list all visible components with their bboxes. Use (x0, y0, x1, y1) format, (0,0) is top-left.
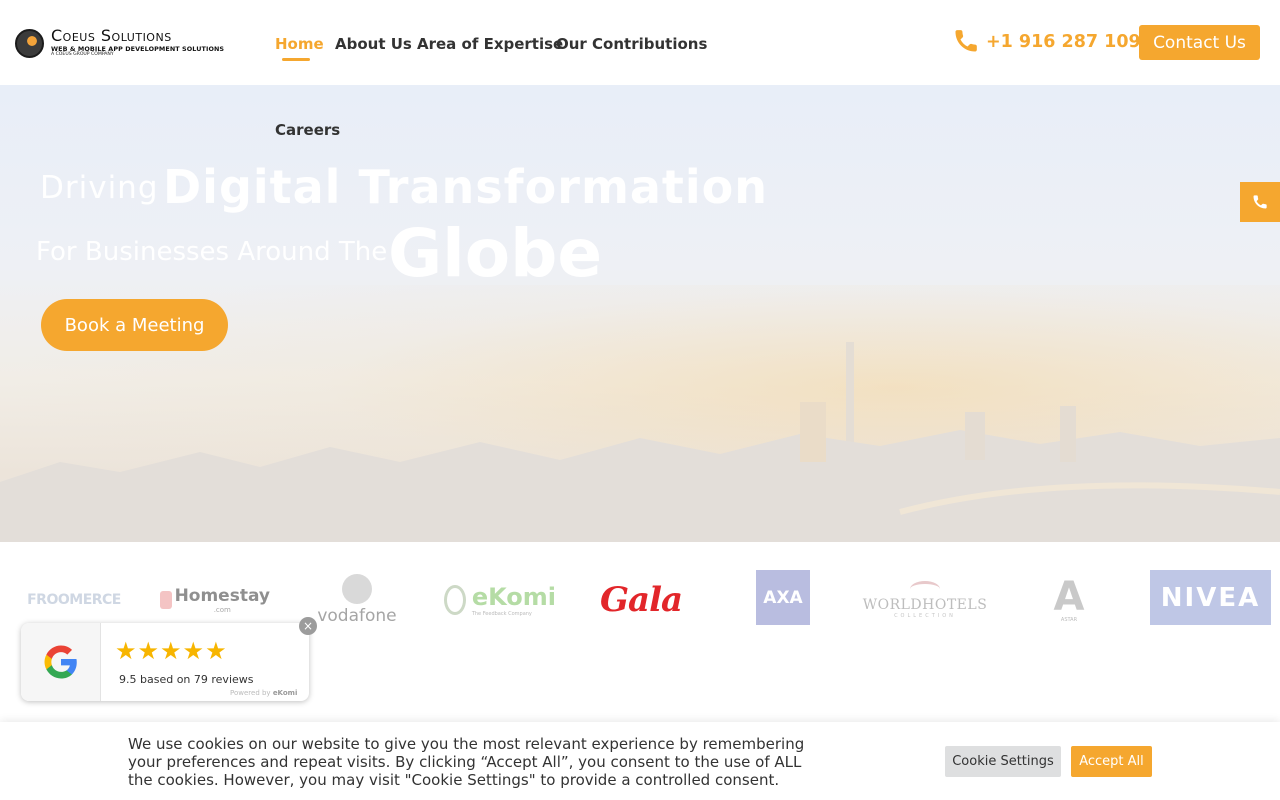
logo-subtitle: A COEUS GROUP COMPANY (51, 52, 114, 58)
nav-careers[interactable]: Careers (275, 121, 340, 139)
worldhotels-name: WORLDHOTELS (862, 597, 988, 613)
astar-mark: A (1053, 574, 1085, 620)
worldhotels-mark-icon (910, 581, 940, 597)
phone-icon (955, 30, 977, 52)
client-logo-worldhotels: WORLDHOTELS COLLECTION (863, 570, 987, 630)
hero-section: Careers Driving Digital Transformation F… (0, 85, 1280, 542)
company-logo[interactable]: Coeus Solutions WEB & MOBILE APP DEVELOP… (15, 25, 237, 61)
client-logo-ekomi: eKomi The Feedback Company (444, 570, 556, 630)
logo-mark-icon (15, 28, 44, 58)
city-skyline-image (0, 342, 1280, 542)
client-logo-vodafone: vodafone (312, 570, 402, 630)
vodafone-name: vodafone (317, 606, 397, 626)
client-logo-axa: AXA (756, 570, 810, 625)
phone-icon (1253, 195, 1267, 209)
hero-subheading-prefix: For Businesses Around The (36, 237, 388, 267)
ekomi-name: eKomi (471, 583, 556, 611)
cookie-consent-bar: We use cookies on our website to give yo… (0, 722, 1280, 800)
powered-by-brand: eKomi (272, 689, 298, 697)
site-header: Coeus Solutions WEB & MOBILE APP DEVELOP… (0, 0, 1280, 85)
hero-heading-main: Digital Transformation (163, 160, 769, 214)
nav-home[interactable]: Home (275, 35, 324, 53)
client-logo-froomerce: FROOMERCE (27, 592, 121, 608)
ekomi-review-widget[interactable]: ★★★★★ 9.5 based on 79 reviews Powered by… (21, 623, 309, 701)
vodafone-mark-icon (342, 574, 372, 604)
hero-subheading-emphasis: Globe (388, 215, 603, 292)
powered-by-label: Powered by eKomi (230, 689, 298, 697)
nav-area-of-expertise[interactable]: Area of Expertise (417, 35, 563, 53)
client-logo-nivea: NIVEA (1150, 570, 1271, 625)
client-logo-gala: Gala (600, 580, 683, 620)
nav-active-indicator (282, 58, 310, 61)
contact-us-button[interactable]: Contact Us (1139, 25, 1260, 60)
close-icon: × (302, 619, 314, 633)
accept-all-cookies-button[interactable]: Accept All (1071, 746, 1152, 777)
google-g-icon (21, 623, 101, 701)
nav-our-contributions[interactable]: Our Contributions (556, 35, 707, 53)
homestay-sub: .com (213, 606, 231, 614)
homestay-name: Homestay (174, 586, 270, 606)
logo-name: Coeus Solutions (51, 26, 172, 45)
book-meeting-button[interactable]: Book a Meeting (41, 299, 228, 351)
client-logo-astar: A ASTAR (1046, 570, 1092, 630)
rating-stars: ★★★★★ (115, 637, 228, 665)
ekomi-sub: The Feedback Company (471, 611, 532, 617)
homestay-mark-icon (160, 591, 172, 609)
hero-heading-prefix: Driving (40, 170, 159, 206)
floating-call-button[interactable] (1240, 182, 1280, 222)
cookie-message: We use cookies on our website to give yo… (128, 735, 805, 789)
close-review-widget-button[interactable]: × (299, 617, 317, 635)
header-phone-number[interactable]: +1 916 287 1097 (986, 32, 1153, 52)
client-logo-homestay: Homestay .com (160, 570, 270, 630)
rating-summary: 9.5 based on 79 reviews (119, 673, 254, 686)
astar-sub: ASTAR (1060, 617, 1078, 623)
worldhotels-sub: COLLECTION (894, 613, 956, 619)
ekomi-mark-icon (444, 585, 466, 615)
nav-about-us[interactable]: About Us (335, 35, 412, 53)
cookie-settings-button[interactable]: Cookie Settings (945, 746, 1061, 777)
